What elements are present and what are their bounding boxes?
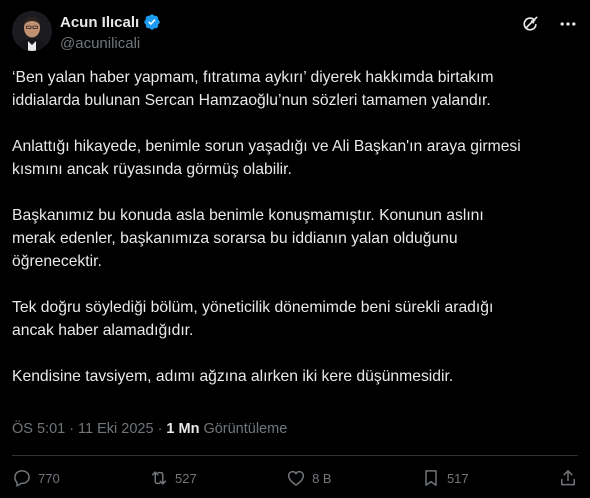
bookmark-icon <box>425 470 437 486</box>
repost-button[interactable]: 527 <box>149 468 197 488</box>
avatar[interactable] <box>12 11 52 51</box>
repost-icon <box>152 471 167 485</box>
more-icon[interactable] <box>558 14 578 34</box>
meta-separator: · <box>69 421 75 437</box>
like-count: 8 B <box>312 470 332 486</box>
share-button[interactable] <box>558 468 578 488</box>
grok-icon[interactable] <box>520 14 540 34</box>
views-count: 1 Mn <box>166 421 200 437</box>
reply-button[interactable]: 770 <box>12 468 60 488</box>
tweet-paragraph: Kendisine tavsiyem, adımı ağzına alırken… <box>12 368 454 385</box>
reply-icon <box>14 470 30 487</box>
tweet-top-actions <box>520 14 578 34</box>
reply-count: 770 <box>38 470 60 486</box>
tweet-paragraph: Başkanımız bu konuda asla benimle konuşm… <box>12 207 484 270</box>
meta-separator: · <box>157 421 163 437</box>
verified-badge-icon <box>144 14 160 30</box>
share-icon <box>561 470 575 486</box>
author-name-row: Acun Ilıcalı <box>60 13 161 31</box>
heart-icon <box>288 470 305 486</box>
tweet-text: ‘Ben yalan haber yapmam, fıtratıma aykır… <box>12 66 572 411</box>
divider <box>12 455 578 456</box>
author-handle[interactable]: @acunilicali <box>60 35 140 52</box>
like-button[interactable]: 8 B <box>286 468 332 488</box>
bookmark-count: 517 <box>446 470 469 486</box>
repost-count: 527 <box>175 470 197 486</box>
views-label: Görüntüleme <box>203 421 288 437</box>
bookmark-button[interactable]: 517 <box>421 468 469 488</box>
tweet-paragraph: Tek doğru söylediği bölüm, yöneticilik d… <box>12 299 494 339</box>
tweet-paragraph: Anlattığı hikayede, benimle sorun yaşadı… <box>12 138 521 178</box>
tweet-meta: ÖS 5:01 · 11 Eki 2025 · 1 Mn Görüntüleme <box>12 421 287 437</box>
tweet-time[interactable]: ÖS 5:01 <box>12 421 65 437</box>
tweet-paragraph: ‘Ben yalan haber yapmam, fıtratıma aykır… <box>12 69 494 109</box>
tweet-date[interactable]: 11 Eki 2025 <box>78 421 154 437</box>
author-name[interactable]: Acun Ilıcalı <box>60 14 139 31</box>
action-bar: 770 527 8 B 517 <box>12 468 578 488</box>
